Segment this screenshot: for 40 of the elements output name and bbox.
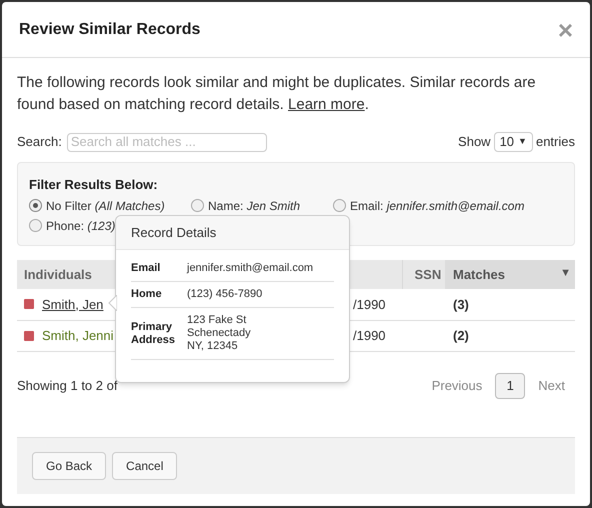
intro-text: The following records look similar and might be duplicates. Similar records are found based on matching record details. Learn more. xyxy=(17,73,537,115)
learn-more-link[interactable]: Learn more xyxy=(288,96,365,113)
popover-title: Record Details xyxy=(116,216,349,250)
footer-button[interactable]: Go Back xyxy=(32,452,106,480)
footer-button[interactable]: Cancel xyxy=(112,452,178,480)
search-label: Search: xyxy=(17,133,62,152)
column-header[interactable]: Matches ▼ xyxy=(445,260,575,289)
field-value: jennifer.smith@email.com xyxy=(187,262,314,275)
table-cell: /1990 xyxy=(353,320,402,351)
radio-button[interactable] xyxy=(191,199,204,212)
filter-option[interactable]: Name: Jen Smith xyxy=(208,196,300,214)
filter-option[interactable]: Email: jennifer.smith@email.com xyxy=(350,196,524,214)
record-link[interactable]: Smith, Jen xyxy=(42,294,104,314)
search-field[interactable]: Search all matches ... xyxy=(66,132,267,152)
field-value: 123 Fake St xyxy=(187,314,248,327)
record-link[interactable]: Smith, Jenni xyxy=(42,326,114,346)
page-button[interactable]: 1 xyxy=(495,372,526,398)
table-cell: /1990 xyxy=(353,289,402,320)
previous-link[interactable]: Previous xyxy=(432,376,482,396)
radio-button[interactable] xyxy=(29,199,42,212)
table-cell: (3) xyxy=(445,289,575,320)
show-label: Show xyxy=(458,133,491,152)
filter-title: Filter Results Below: xyxy=(29,176,159,194)
filter-option[interactable]: No Filter (All Matches) xyxy=(46,196,165,214)
field-value: NY, 12345 xyxy=(187,340,239,353)
next-link[interactable]: Next xyxy=(538,376,565,396)
field-label: Email xyxy=(131,262,162,275)
radio-button[interactable] xyxy=(333,199,346,212)
table-cell: (2) xyxy=(445,320,575,351)
table-info: Showing 1 to 2 of xyxy=(17,376,118,395)
field-label: Home xyxy=(131,288,163,301)
entries-dropdown[interactable]: 10 ▼ xyxy=(494,132,533,152)
field-label: Primary Address xyxy=(131,320,176,346)
field-value: (123) 456-7890 xyxy=(187,288,262,301)
column-header[interactable]: SSN xyxy=(402,260,445,289)
filter-option[interactable]: Phone: (123) xyxy=(46,216,116,234)
radio-button[interactable] xyxy=(29,219,42,232)
entries-label: entries xyxy=(536,133,575,152)
field-value: Schenectady xyxy=(187,327,251,340)
dialog-title: Review Similar Records xyxy=(19,20,200,40)
